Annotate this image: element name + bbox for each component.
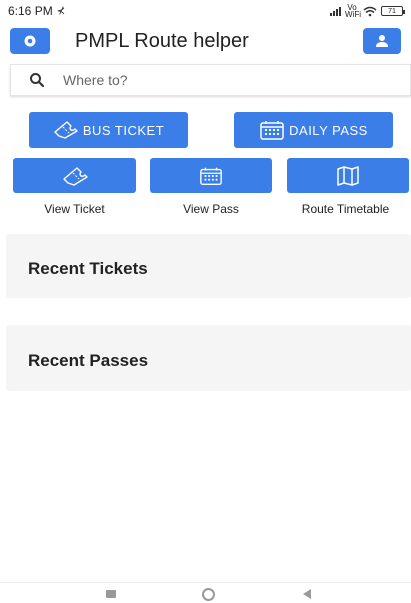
recent-tickets-card: Recent Tickets	[6, 234, 411, 298]
status-time: 6:16 PM	[8, 4, 53, 18]
view-ticket-button[interactable]	[13, 158, 136, 193]
profile-button[interactable]	[363, 28, 401, 54]
back-icon[interactable]	[303, 589, 311, 599]
calendar-icon	[260, 121, 284, 140]
view-pass-label: View Pass	[183, 202, 239, 216]
daily-pass-label: DAILY PASS	[289, 122, 368, 138]
app-title: PMPL Route helper	[75, 30, 249, 52]
menu-button[interactable]	[10, 28, 50, 54]
route-timetable-button[interactable]	[287, 158, 409, 193]
cell-signal-icon	[330, 6, 341, 16]
ticket-icon	[62, 166, 88, 186]
recent-apps-icon[interactable]	[106, 590, 116, 598]
search-icon	[30, 73, 45, 88]
status-left: 6:16 PM ⊀	[8, 4, 65, 18]
search-bar[interactable]	[10, 64, 411, 96]
ticket-icon	[54, 121, 78, 139]
signal-off-icon: ⊀	[56, 5, 66, 17]
battery-level: 71	[388, 7, 396, 15]
view-pass-button[interactable]	[150, 158, 272, 193]
daily-pass-button[interactable]: DAILY PASS	[234, 112, 393, 148]
status-right: Vo WiFi 71	[330, 3, 405, 19]
calendar-icon	[200, 167, 222, 185]
user-icon	[376, 35, 388, 47]
search-input[interactable]	[63, 72, 363, 88]
at-sign-icon	[24, 35, 36, 47]
recent-tickets-title: Recent Tickets	[28, 259, 148, 278]
recent-passes-title: Recent Passes	[28, 351, 149, 370]
bus-ticket-label: BUS TICKET	[82, 122, 165, 138]
battery-icon: 71	[381, 6, 405, 16]
network-label: Vo WiFi	[345, 3, 361, 19]
view-ticket-label: View Ticket	[44, 202, 105, 216]
bus-ticket-button[interactable]: BUS TICKET	[29, 112, 188, 148]
wifi-icon	[363, 6, 377, 16]
app-bar: PMPL Route helper	[0, 24, 411, 60]
route-timetable-label: Route Timetable	[301, 202, 390, 216]
map-icon	[337, 165, 359, 186]
system-nav-bar	[0, 582, 411, 603]
home-icon[interactable]	[202, 588, 215, 601]
status-bar: 6:16 PM ⊀ Vo WiFi 71	[0, 0, 411, 22]
recent-passes-card: Recent Passes	[6, 325, 411, 391]
